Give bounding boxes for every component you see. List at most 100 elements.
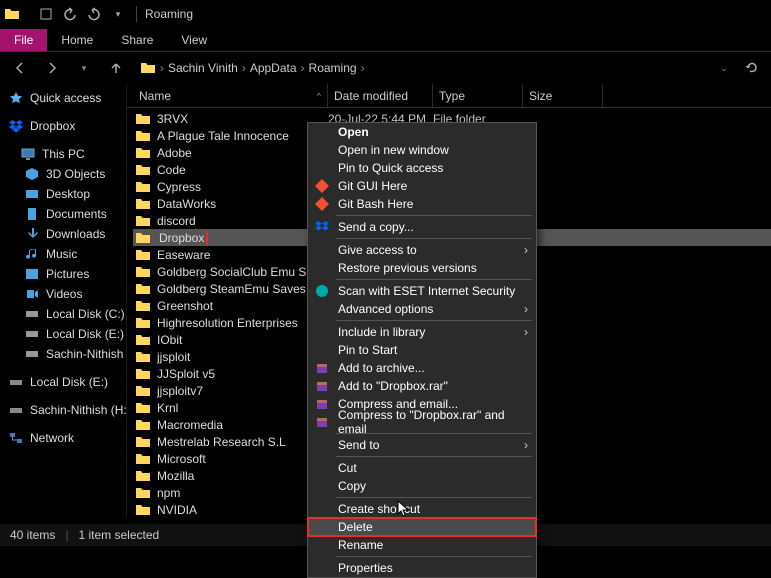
cm-eset-scan[interactable]: Scan with ESET Internet Security <box>308 282 536 300</box>
file-name: Cypress <box>157 180 328 194</box>
winrar-icon <box>314 414 330 430</box>
sidebar-network[interactable]: Network <box>0 428 126 448</box>
sidebar-sachin-h[interactable]: Sachin-Nithish (H:) <box>0 400 126 420</box>
cm-rename[interactable]: Rename <box>308 536 536 554</box>
folder-icon <box>135 384 151 398</box>
column-size[interactable]: Size <box>523 84 603 107</box>
cm-advanced-options[interactable]: Advanced options› <box>308 300 536 318</box>
file-name: npm <box>157 486 328 500</box>
eset-icon <box>314 283 330 299</box>
sidebar-quick-access[interactable]: Quick access <box>0 88 126 108</box>
folder-icon <box>135 367 151 381</box>
up-button[interactable] <box>104 56 128 80</box>
sidebar-local-e[interactable]: Local Disk (E:) <box>0 372 126 392</box>
sidebar-item-label: Local Disk (E:) <box>46 327 124 341</box>
sidebar-item[interactable]: Sachin-Nithish (H:) <box>0 344 126 364</box>
context-menu: Open Open in new window Pin to Quick acc… <box>307 122 537 578</box>
sidebar-item-icon <box>24 166 40 182</box>
cm-label: Add to archive... <box>338 361 425 375</box>
sidebar-item[interactable]: Downloads <box>0 224 126 244</box>
sidebar-dropbox[interactable]: Dropbox <box>0 116 126 136</box>
redo-icon[interactable] <box>82 2 106 26</box>
cm-git-bash[interactable]: Git Bash Here <box>308 195 536 213</box>
sidebar-label: Dropbox <box>30 119 75 133</box>
cm-restore-versions[interactable]: Restore previous versions <box>308 259 536 277</box>
breadcrumb-seg[interactable]: AppData <box>250 61 297 75</box>
cm-pin-start[interactable]: Pin to Start <box>308 341 536 359</box>
cm-add-dropbox-rar[interactable]: Add to "Dropbox.rar" <box>308 377 536 395</box>
column-label: Date modified <box>334 89 408 103</box>
cm-delete[interactable]: Delete <box>308 518 536 536</box>
cm-copy[interactable]: Copy <box>308 477 536 495</box>
chevron-right-icon: › <box>301 61 305 75</box>
cm-open-new-window[interactable]: Open in new window <box>308 141 536 159</box>
dropbox-icon <box>314 219 330 235</box>
cm-send-copy[interactable]: Send a copy... <box>308 218 536 236</box>
sidebar-item[interactable]: Local Disk (C:) <box>0 304 126 324</box>
back-button[interactable] <box>8 56 32 80</box>
status-selected: 1 item selected <box>78 528 159 542</box>
breadcrumb-seg[interactable]: Sachin Vinith <box>168 61 238 75</box>
sidebar-label: Quick access <box>30 91 101 105</box>
forward-button[interactable] <box>40 56 64 80</box>
sidebar-this-pc[interactable]: This PC <box>0 144 126 164</box>
qat-dropdown-icon[interactable]: ▾ <box>106 2 130 26</box>
cm-pin-quick-access[interactable]: Pin to Quick access <box>308 159 536 177</box>
sidebar-item-label: Sachin-Nithish (H:) <box>46 347 127 361</box>
folder-icon <box>135 333 151 347</box>
column-name[interactable]: Name^ <box>133 84 328 107</box>
cm-compress-dropbox-email[interactable]: Compress to "Dropbox.rar" and email <box>308 413 536 431</box>
cm-create-shortcut[interactable]: Create shortcut <box>308 500 536 518</box>
dropbox-icon <box>8 118 24 134</box>
folder-icon <box>135 163 151 177</box>
tab-file[interactable]: File <box>0 29 47 51</box>
breadcrumb-seg[interactable]: Roaming <box>309 61 357 75</box>
tab-share[interactable]: Share <box>107 29 167 51</box>
undo-icon[interactable] <box>58 2 82 26</box>
folder-icon <box>135 112 151 126</box>
cm-label: Give access to <box>338 243 417 257</box>
folder-icon <box>135 401 151 415</box>
column-type[interactable]: Type <box>433 84 523 107</box>
file-name: Krnl <box>157 401 328 415</box>
sidebar-item[interactable]: Desktop <box>0 184 126 204</box>
file-name: NVIDIA <box>157 503 328 517</box>
file-name: JJSploit v5 <box>157 367 328 381</box>
sidebar-item-label: Desktop <box>46 187 90 201</box>
cm-git-gui[interactable]: Git GUI Here <box>308 177 536 195</box>
address-dropdown[interactable]: ⌄ <box>713 57 735 79</box>
sort-indicator-icon: ^ <box>317 91 321 101</box>
folder-icon <box>135 486 151 500</box>
cm-label: Properties <box>338 561 393 575</box>
cm-cut[interactable]: Cut <box>308 459 536 477</box>
cm-label: Advanced options <box>338 302 433 316</box>
chevron-right-icon: › <box>524 243 528 257</box>
folder-icon <box>4 6 20 22</box>
cm-properties[interactable]: Properties <box>308 559 536 577</box>
breadcrumb[interactable]: › Sachin Vinith › AppData › Roaming › <box>136 56 705 80</box>
folder-icon <box>135 435 151 449</box>
refresh-button[interactable] <box>741 57 763 79</box>
column-date[interactable]: Date modified <box>328 84 433 107</box>
cm-separator <box>336 279 532 280</box>
cm-give-access[interactable]: Give access to › <box>308 241 536 259</box>
folder-icon <box>135 316 151 330</box>
cm-send-to[interactable]: Send to› <box>308 436 536 454</box>
cm-add-archive[interactable]: Add to archive... <box>308 359 536 377</box>
chevron-right-icon: › <box>361 61 365 75</box>
qat-save-icon[interactable] <box>34 2 58 26</box>
drive-icon <box>8 402 24 418</box>
sidebar-item[interactable]: Pictures <box>0 264 126 284</box>
tab-view[interactable]: View <box>167 29 221 51</box>
tab-home[interactable]: Home <box>47 29 107 51</box>
sidebar-item[interactable]: Documents <box>0 204 126 224</box>
git-icon <box>314 196 330 212</box>
sidebar-item[interactable]: Local Disk (E:) <box>0 324 126 344</box>
cm-open[interactable]: Open <box>308 123 536 141</box>
sidebar-item[interactable]: Music <box>0 244 126 264</box>
column-headers: Name^ Date modified Type Size <box>127 84 771 108</box>
cm-include-library[interactable]: Include in library› <box>308 323 536 341</box>
sidebar-item[interactable]: 3D Objects <box>0 164 126 184</box>
sidebar-item[interactable]: Videos <box>0 284 126 304</box>
recent-dropdown[interactable]: ▾ <box>72 56 96 80</box>
